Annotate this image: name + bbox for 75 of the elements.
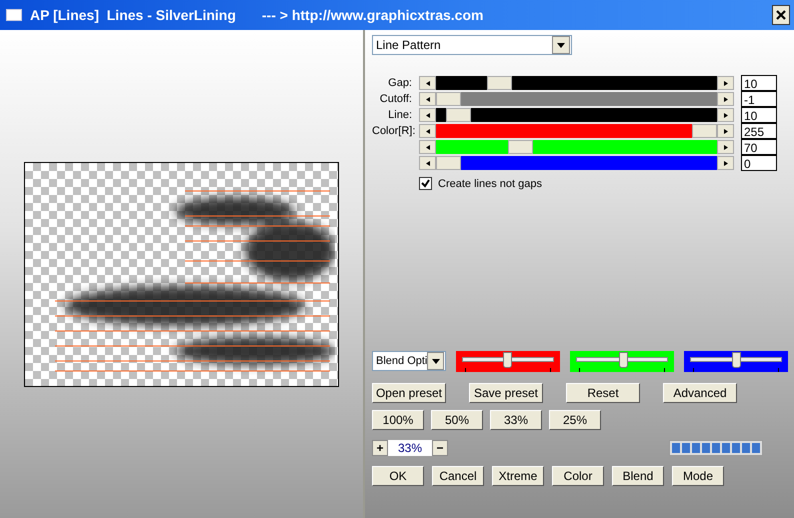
slider-thumb[interactable]	[436, 92, 461, 106]
slider-thumb[interactable]	[508, 140, 533, 154]
slider-right-button[interactable]	[717, 140, 734, 154]
color-trackbar[interactable]	[456, 351, 560, 372]
zoom-in-button[interactable]: +	[372, 440, 388, 456]
right-arrow-icon	[724, 96, 728, 102]
checkbox-label: Create lines not gaps	[438, 178, 542, 190]
slider-right-button[interactable]	[717, 156, 734, 170]
value-field[interactable]: 255	[741, 123, 777, 139]
action-button[interactable]: Cancel	[432, 466, 484, 486]
close-button[interactable]	[772, 5, 790, 25]
left-arrow-icon	[426, 160, 430, 166]
trackbar-thumb[interactable]	[732, 352, 741, 368]
action-button[interactable]: OK	[372, 466, 424, 486]
preset-button[interactable]: Reset	[566, 383, 640, 403]
preset-button[interactable]: Save preset	[469, 383, 543, 403]
value-field[interactable]: 10	[741, 107, 777, 123]
slider-thumb[interactable]	[446, 108, 472, 122]
color-trackbar[interactable]	[570, 351, 674, 372]
slider-thumb[interactable]	[487, 76, 512, 90]
caret-icon	[432, 358, 440, 364]
trackbar-thumb[interactable]	[618, 352, 628, 368]
slider-left-button[interactable]	[419, 124, 436, 138]
window-icon	[6, 9, 22, 21]
checkbox[interactable]	[419, 177, 432, 190]
checkmark-icon	[421, 179, 430, 188]
zoom-button[interactable]: 33%	[490, 410, 542, 430]
value-field[interactable]: 70	[741, 139, 777, 155]
slider-label: Line:	[387, 109, 412, 121]
slider-label: Gap:	[387, 77, 412, 89]
slider-thumb[interactable]	[436, 156, 461, 170]
right-arrow-icon	[724, 144, 728, 150]
slider-right-button[interactable]	[717, 124, 734, 138]
slider-right-button[interactable]	[717, 76, 734, 90]
action-button[interactable]: Xtreme	[492, 466, 544, 486]
zoom-field[interactable]: 33%	[388, 440, 432, 456]
right-arrow-icon	[724, 160, 728, 166]
right-arrow-icon	[724, 112, 728, 118]
right-arrow-icon	[724, 128, 728, 134]
trackbar-thumb[interactable]	[503, 352, 512, 368]
website-url: --- > http://www.graphicxtras.com	[262, 7, 484, 23]
close-icon	[776, 10, 786, 20]
pattern-dropdown[interactable]: Line Pattern	[372, 35, 572, 55]
preset-button[interactable]: Open preset	[372, 383, 446, 403]
action-button[interactable]: Mode	[672, 466, 724, 486]
slider-label: Cutoff:	[378, 93, 412, 105]
left-arrow-icon	[426, 144, 430, 150]
color-trackbar[interactable]	[684, 351, 788, 372]
action-button[interactable]: Color	[552, 466, 604, 486]
zoom-button[interactable]: 25%	[549, 410, 601, 430]
left-arrow-icon	[426, 80, 430, 86]
slider-thumb[interactable]	[692, 124, 717, 138]
action-button[interactable]: Blend	[612, 466, 664, 486]
slider-left-button[interactable]	[419, 140, 436, 154]
value-field[interactable]: -1	[741, 91, 777, 107]
right-arrow-icon	[724, 80, 728, 86]
zoom-button[interactable]: 50%	[431, 410, 483, 430]
blend-dropdown[interactable]: Blend Opti	[372, 351, 446, 371]
left-arrow-icon	[426, 96, 430, 102]
caret-icon	[557, 42, 565, 48]
slider-right-button[interactable]	[717, 92, 734, 106]
slider-right-button[interactable]	[717, 108, 734, 122]
left-arrow-icon	[426, 112, 430, 118]
window-title: AP [Lines] Lines - SilverLining	[30, 7, 236, 23]
slider-left-button[interactable]	[419, 76, 436, 90]
zoom-button[interactable]: 100%	[372, 410, 424, 430]
value-field[interactable]: 10	[741, 75, 777, 91]
slider-left-button[interactable]	[419, 156, 436, 170]
value-field[interactable]: 0	[741, 155, 777, 171]
preset-button[interactable]: Advanced	[663, 383, 737, 403]
slider-label: Color[R]:	[372, 125, 412, 137]
slider-left-button[interactable]	[419, 108, 436, 122]
left-arrow-icon	[426, 128, 430, 134]
slider-left-button[interactable]	[419, 92, 436, 106]
zoom-out-button[interactable]: −	[432, 440, 448, 456]
